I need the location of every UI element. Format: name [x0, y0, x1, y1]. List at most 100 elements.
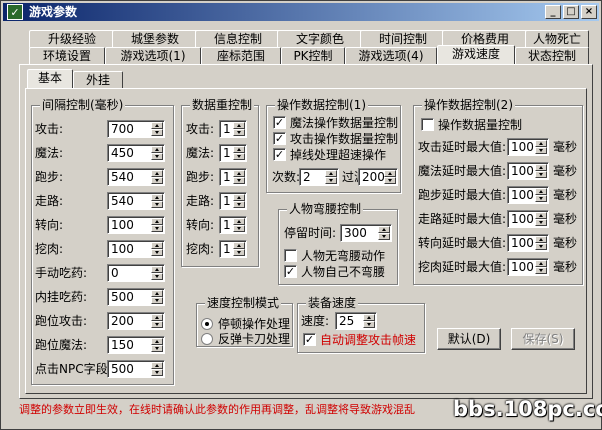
- subtab-plugin[interactable]: 外挂: [73, 71, 123, 89]
- interval-row-5-down-arrow-icon[interactable]: [151, 249, 163, 256]
- interval-row-2-down-arrow-icon[interactable]: [151, 177, 163, 184]
- interval-row-2-up-arrow-icon[interactable]: [151, 170, 163, 177]
- data-row-0-spinner[interactable]: 1: [219, 120, 247, 138]
- op2-row-5-spinner[interactable]: 100: [507, 258, 549, 276]
- interval-row-10-spinner[interactable]: 500: [107, 360, 165, 378]
- tab-game-speed[interactable]: 游戏速度: [437, 45, 515, 65]
- filter-spinner[interactable]: 200: [358, 168, 398, 186]
- speed-down-arrow-icon[interactable]: [363, 321, 375, 328]
- tab-game-options-4[interactable]: 游戏选项(4): [345, 47, 437, 65]
- op-data-control-box[interactable]: [421, 118, 434, 131]
- default-button[interactable]: 默认(D): [437, 328, 501, 350]
- data-row-4-up-arrow-icon[interactable]: [233, 218, 245, 225]
- op2-row-2-down-arrow-icon[interactable]: [535, 195, 547, 202]
- count-spinner[interactable]: 2: [299, 168, 339, 186]
- interval-row-0-up-arrow-icon[interactable]: [151, 122, 163, 129]
- data-row-5-down-arrow-icon[interactable]: [233, 249, 245, 256]
- tab-time-control[interactable]: 时间控制: [360, 30, 446, 48]
- minimize-button[interactable]: _: [545, 5, 561, 19]
- tab-char-death[interactable]: 人物死亡: [525, 30, 589, 48]
- tab-game-options-1[interactable]: 游戏选项(1): [105, 47, 201, 65]
- interval-row-2-spinner[interactable]: 540: [107, 168, 165, 186]
- interval-row-4-spinner[interactable]: 100: [107, 216, 165, 234]
- filter-down-arrow-icon[interactable]: [384, 177, 396, 184]
- interval-row-4-up-arrow-icon[interactable]: [151, 218, 163, 225]
- interval-row-10-down-arrow-icon[interactable]: [151, 369, 163, 376]
- interval-row-9-down-arrow-icon[interactable]: [151, 345, 163, 352]
- stop-time-down-arrow-icon[interactable]: [378, 233, 390, 240]
- interval-row-9-spinner[interactable]: 150: [107, 336, 165, 354]
- op2-row-1-up-arrow-icon[interactable]: [535, 164, 547, 171]
- data-row-1-spinner[interactable]: 1: [219, 144, 247, 162]
- data-row-4-spinner[interactable]: 1: [219, 216, 247, 234]
- interval-row-8-down-arrow-icon[interactable]: [151, 321, 163, 328]
- auto-attack-speed-box[interactable]: ✓: [303, 333, 316, 346]
- interval-row-7-up-arrow-icon[interactable]: [151, 290, 163, 297]
- data-row-5-up-arrow-icon[interactable]: [233, 242, 245, 249]
- data-row-4-down-arrow-icon[interactable]: [233, 225, 245, 232]
- op2-row-4-down-arrow-icon[interactable]: [535, 243, 547, 250]
- interval-row-5-up-arrow-icon[interactable]: [151, 242, 163, 249]
- count-down-arrow-icon[interactable]: [325, 177, 337, 184]
- filter-up-arrow-icon[interactable]: [384, 170, 396, 177]
- data-row-3-up-arrow-icon[interactable]: [233, 194, 245, 201]
- interval-row-3-down-arrow-icon[interactable]: [151, 201, 163, 208]
- radio-bounce-blade-dot[interactable]: [201, 333, 213, 345]
- interval-row-8-spinner[interactable]: 200: [107, 312, 165, 330]
- interval-row-6-up-arrow-icon[interactable]: [151, 266, 163, 273]
- data-row-3-spinner[interactable]: 1: [219, 192, 247, 210]
- stop-time-up-arrow-icon[interactable]: [378, 226, 390, 233]
- interval-row-7-down-arrow-icon[interactable]: [151, 297, 163, 304]
- op2-row-4-spinner[interactable]: 100: [507, 234, 549, 252]
- data-row-2-down-arrow-icon[interactable]: [233, 177, 245, 184]
- data-row-3-down-arrow-icon[interactable]: [233, 201, 245, 208]
- interval-row-10-up-arrow-icon[interactable]: [151, 362, 163, 369]
- maximize-button[interactable]: □: [563, 5, 579, 19]
- op2-row-1-down-arrow-icon[interactable]: [535, 171, 547, 178]
- data-row-1-up-arrow-icon[interactable]: [233, 146, 245, 153]
- interval-row-8-up-arrow-icon[interactable]: [151, 314, 163, 321]
- stop-time-spinner[interactable]: 300: [340, 224, 392, 242]
- op2-row-3-spinner[interactable]: 100: [507, 210, 549, 228]
- interval-row-0-down-arrow-icon[interactable]: [151, 129, 163, 136]
- op2-row-2-up-arrow-icon[interactable]: [535, 188, 547, 195]
- no-bow-box[interactable]: [284, 249, 297, 262]
- save-button[interactable]: 保存(S): [511, 328, 575, 350]
- op2-row-2-spinner[interactable]: 100: [507, 186, 549, 204]
- interval-row-1-up-arrow-icon[interactable]: [151, 146, 163, 153]
- tab-env-settings[interactable]: 环境设置: [29, 47, 105, 65]
- data-row-2-up-arrow-icon[interactable]: [233, 170, 245, 177]
- self-no-bow-box[interactable]: ✓: [284, 265, 297, 278]
- interval-row-1-spinner[interactable]: 450: [107, 144, 165, 162]
- op2-row-0-down-arrow-icon[interactable]: [535, 147, 547, 154]
- subtab-basic[interactable]: 基本: [27, 69, 73, 89]
- speed-spinner[interactable]: 25: [335, 312, 377, 330]
- op2-row-3-up-arrow-icon[interactable]: [535, 212, 547, 219]
- op2-row-1-spinner[interactable]: 100: [507, 162, 549, 180]
- attack-op-control-box[interactable]: ✓: [273, 132, 286, 145]
- tab-upgrade-exp[interactable]: 升级经验: [29, 30, 115, 48]
- radio-pause-op-dot[interactable]: [201, 318, 213, 330]
- data-row-5-spinner[interactable]: 1: [219, 240, 247, 258]
- magic-op-control-box[interactable]: ✓: [273, 116, 286, 129]
- data-row-1-down-arrow-icon[interactable]: [233, 153, 245, 160]
- data-row-0-down-arrow-icon[interactable]: [233, 129, 245, 136]
- close-button[interactable]: ×: [581, 5, 597, 19]
- speed-up-arrow-icon[interactable]: [363, 314, 375, 321]
- tab-info-control[interactable]: 信息控制: [195, 30, 281, 48]
- op2-row-0-up-arrow-icon[interactable]: [535, 140, 547, 147]
- op2-row-5-down-arrow-icon[interactable]: [535, 267, 547, 274]
- op2-row-5-up-arrow-icon[interactable]: [535, 260, 547, 267]
- interval-row-6-spinner[interactable]: 0: [107, 264, 165, 282]
- op2-row-0-spinner[interactable]: 100: [507, 138, 549, 156]
- data-row-2-spinner[interactable]: 1: [219, 168, 247, 186]
- op2-row-4-up-arrow-icon[interactable]: [535, 236, 547, 243]
- op2-row-3-down-arrow-icon[interactable]: [535, 219, 547, 226]
- tab-pk-control[interactable]: PK控制: [281, 47, 345, 65]
- interval-row-7-spinner[interactable]: 500: [107, 288, 165, 306]
- disconnect-speed-box[interactable]: ✓: [273, 148, 286, 161]
- interval-row-0-spinner[interactable]: 700: [107, 120, 165, 138]
- tab-coord-range[interactable]: 座标范围: [201, 47, 281, 65]
- tab-status-control[interactable]: 状态控制: [515, 47, 589, 65]
- interval-row-3-up-arrow-icon[interactable]: [151, 194, 163, 201]
